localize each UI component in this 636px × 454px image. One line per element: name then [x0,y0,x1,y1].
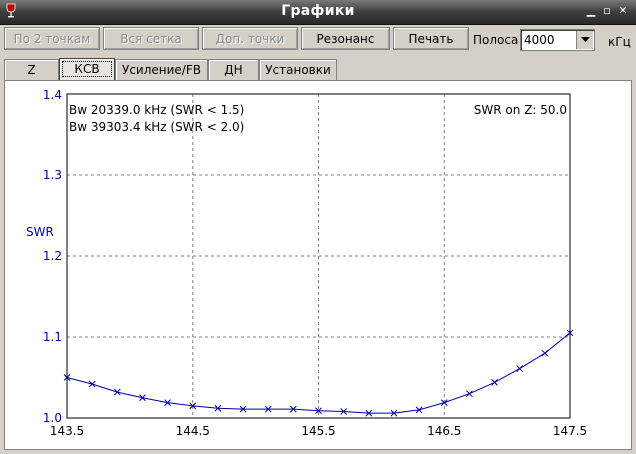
tab-swr[interactable]: КСВ [59,58,115,80]
by-two-points-button[interactable]: По 2 точкам [4,27,100,50]
chevron-down-icon [581,37,590,42]
band-select[interactable]: 4000 [520,29,595,51]
full-grid-button[interactable]: Вся сетка [103,27,199,50]
tab-gain-fb[interactable]: Усиление/FB [115,59,208,80]
resonance-button[interactable]: Резонанс [301,27,390,50]
tab-settings[interactable]: Установки [259,59,337,80]
title-bar: Графики ▁ ▫ ✕ [0,0,636,25]
chart-panel [4,80,632,450]
extra-points-button[interactable]: Доп. точки [202,27,298,50]
tab-z[interactable]: Z [4,59,59,80]
window-title: Графики [281,3,355,19]
unit-label: кГц [608,35,631,49]
maximize-icon[interactable]: ▫ [600,4,614,18]
minimize-icon[interactable]: ▁ [584,4,598,18]
close-icon[interactable]: ✕ [616,4,630,18]
band-dropdown-button[interactable] [576,31,593,49]
tab-pattern[interactable]: ДН [208,59,259,80]
band-label: Полоса [473,33,519,47]
band-value: 4000 [524,33,555,47]
print-button[interactable]: Печать [393,27,469,50]
